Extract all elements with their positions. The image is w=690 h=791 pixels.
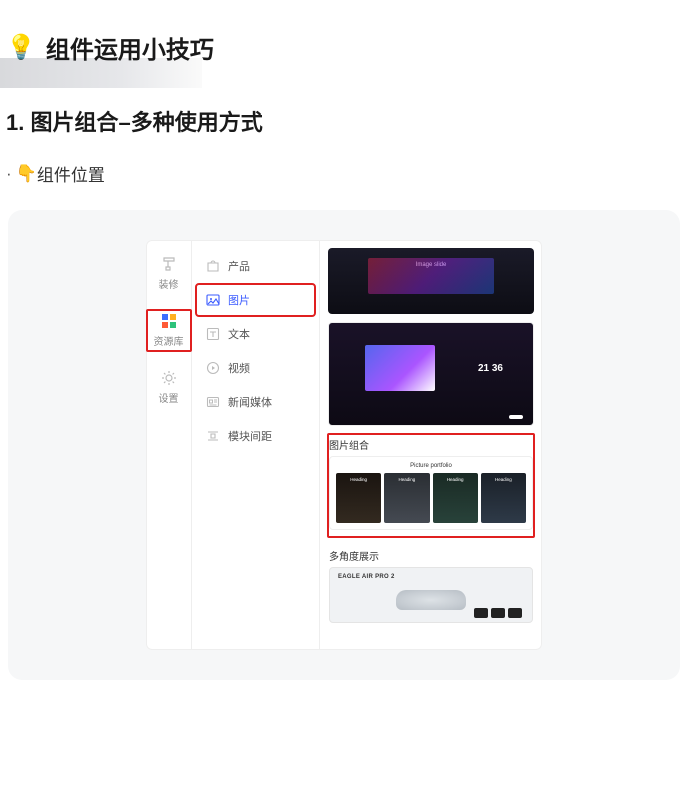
preview-portfolio-grid: Heading Heading Heading Heading — [336, 473, 526, 523]
play-icon — [206, 361, 220, 375]
rail-label: 设置 — [159, 390, 179, 405]
component-item-news[interactable]: 新闻媒体 — [196, 386, 315, 418]
portfolio-tile-caption: Heading — [384, 477, 429, 482]
preview-portfolio-card[interactable]: Picture portfolio Heading Heading Headin… — [329, 456, 533, 530]
preview-section-multi: 多角度展示 EAGLE AIR PRO 2 — [328, 545, 534, 630]
preview-multi-card[interactable]: EAGLE AIR PRO 2 — [329, 567, 533, 623]
text-icon — [206, 327, 220, 341]
page-title: 💡 组件运用小技巧 — [6, 30, 690, 65]
component-location-line: · 👇 组件位置 — [6, 161, 690, 186]
preview-column: Image slide 21 36 图片组合 Picture portfolio… — [320, 240, 542, 650]
component-item-text[interactable]: 文本 — [196, 318, 315, 350]
screenshot-panel: 装修 资源库 设置 — [8, 210, 680, 680]
preview-portfolio-title: Picture portfolio — [336, 463, 526, 469]
component-item-label: 模块间距 — [228, 428, 272, 444]
component-item-label: 产品 — [228, 258, 250, 274]
portfolio-tile[interactable]: Heading — [384, 473, 429, 523]
component-item-spacing[interactable]: 模块间距 — [196, 420, 315, 452]
preview-monitor-clock: 21 36 — [478, 363, 503, 374]
drone-icon — [396, 590, 466, 610]
preview-multi-thumb[interactable] — [491, 608, 505, 618]
page-title-text: 组件运用小技巧 — [46, 30, 214, 65]
bulb-icon: 💡 — [6, 33, 36, 62]
component-location-text: 组件位置 — [37, 161, 105, 186]
portfolio-tile[interactable]: Heading — [481, 473, 526, 523]
portfolio-tile[interactable]: Heading — [336, 473, 381, 523]
preview-multi-thumbs — [474, 608, 522, 618]
bullet-dot: · — [6, 164, 12, 184]
component-item-label: 文本 — [228, 326, 250, 342]
component-item-image[interactable]: 图片 — [196, 284, 315, 316]
component-item-label: 图片 — [228, 292, 250, 308]
rail-item-settings[interactable]: 设置 — [159, 370, 179, 405]
pointer-emoji-icon: 👇 — [16, 164, 37, 184]
preview-monitor-indicator — [509, 415, 523, 419]
preview-monitor-scene[interactable]: 21 36 — [328, 322, 534, 426]
grid-icon — [161, 313, 177, 329]
portfolio-tile-caption: Heading — [433, 477, 478, 482]
preview-multi-thumb[interactable] — [474, 608, 488, 618]
spacing-icon — [206, 429, 220, 443]
portfolio-tile-caption: Heading — [481, 477, 526, 482]
preview-section-label: 多角度展示 — [329, 548, 533, 563]
preview-image-slide-caption: Image slide — [328, 262, 534, 268]
preview-section-label: 图片组合 — [329, 437, 533, 452]
rail-item-library[interactable]: 资源库 — [154, 313, 184, 348]
app-frame: 装修 资源库 设置 — [146, 240, 542, 650]
preview-multi-brand: EAGLE AIR PRO 2 — [338, 574, 395, 580]
rail-label: 装修 — [159, 276, 179, 291]
bag-icon — [206, 259, 220, 273]
portfolio-tile[interactable]: Heading — [433, 473, 478, 523]
preview-section-portfolio: 图片组合 Picture portfolio Heading Heading H… — [328, 434, 534, 537]
component-item-label: 视频 — [228, 360, 250, 376]
brush-icon — [161, 256, 177, 272]
portfolio-tile-caption: Heading — [336, 477, 381, 482]
rail-item-decorate[interactable]: 装修 — [159, 256, 179, 291]
news-icon — [206, 395, 220, 409]
section-heading: 1. 图片组合–多种使用方式 — [6, 105, 690, 137]
component-item-product[interactable]: 产品 — [196, 250, 315, 282]
page-title-wrap: 💡 组件运用小技巧 — [6, 30, 690, 65]
gear-icon — [161, 370, 177, 386]
primary-rail: 装修 资源库 设置 — [146, 240, 192, 650]
image-icon — [206, 293, 220, 307]
component-list: 产品 图片 文本 视频 — [192, 240, 320, 650]
preview-multi-thumb[interactable] — [508, 608, 522, 618]
component-item-video[interactable]: 视频 — [196, 352, 315, 384]
preview-image-slide[interactable]: Image slide — [328, 248, 534, 314]
component-item-label: 新闻媒体 — [228, 394, 272, 410]
rail-label: 资源库 — [154, 333, 184, 348]
